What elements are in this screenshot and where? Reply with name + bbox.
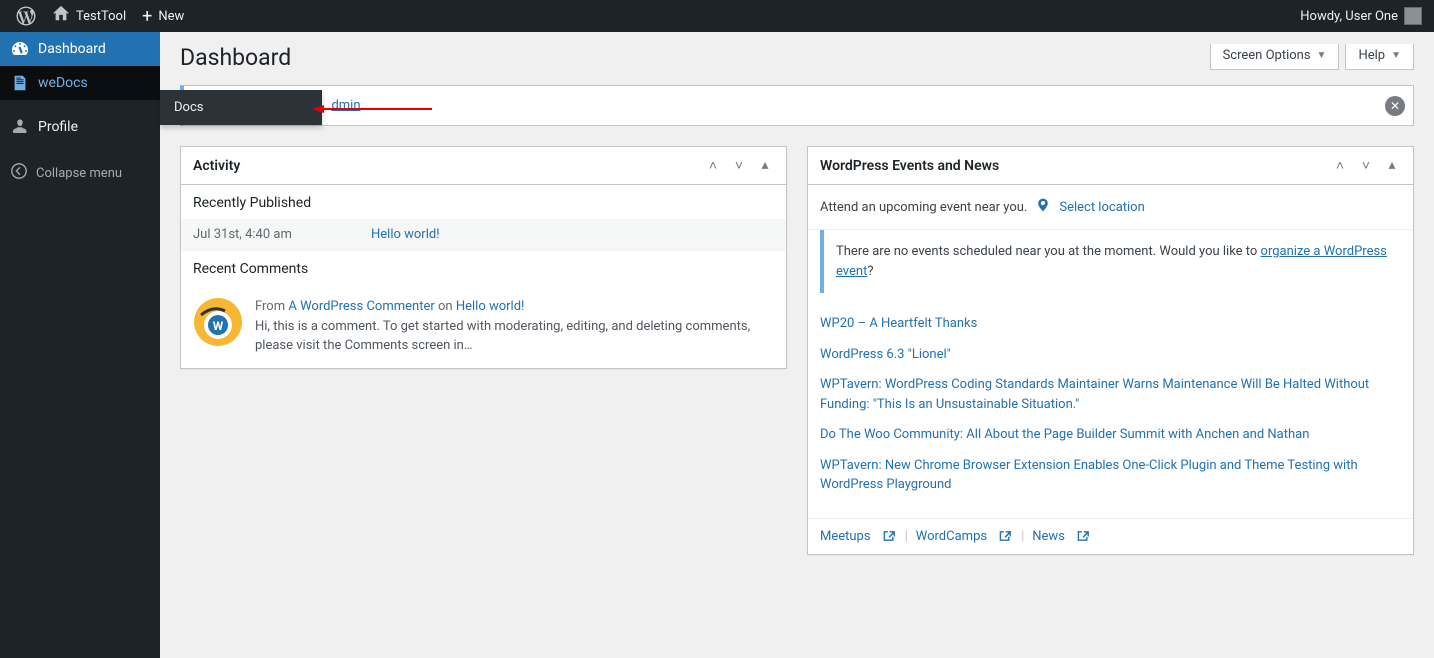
published-post-link[interactable]: Hello world!: [371, 227, 440, 242]
dashboard-icon: [10, 39, 30, 59]
sidebar-item-label: Profile: [38, 119, 78, 135]
plus-icon: +: [142, 6, 152, 27]
meetups-link[interactable]: Meetups: [820, 529, 871, 544]
wedocs-submenu: Docs: [160, 90, 322, 125]
news-footer-link[interactable]: News: [1032, 529, 1065, 544]
account-link[interactable]: Howdy, User One: [1300, 7, 1426, 25]
location-icon: [1035, 197, 1051, 217]
external-icon: [999, 529, 1013, 543]
move-up-button[interactable]: ˄: [704, 157, 722, 174]
comment-post-link[interactable]: Hello world!: [456, 299, 525, 314]
collapse-label: Collapse menu: [36, 166, 122, 181]
sidebar-item-label: weDocs: [38, 75, 88, 91]
submenu-item-docs[interactable]: Docs: [160, 90, 322, 125]
new-content-link[interactable]: + New: [134, 0, 192, 32]
chevron-down-icon: ▼: [1391, 50, 1401, 61]
new-label: New: [158, 9, 184, 24]
sidebar-item-dashboard[interactable]: Dashboard: [0, 32, 160, 66]
news-list: WP20 – A Heartfelt Thanks WordPress 6.3 …: [808, 301, 1413, 518]
toggle-widget-button[interactable]: ▴: [1383, 157, 1401, 174]
site-name: TestTool: [76, 9, 126, 24]
howdy-text: Howdy, User One: [1300, 9, 1398, 24]
widget-title: Activity: [193, 158, 704, 174]
wedocs-icon: [10, 74, 30, 92]
news-link[interactable]: WPTavern: WordPress Coding Standards Mai…: [820, 377, 1369, 412]
notice-link-fragment[interactable]: dmin: [331, 98, 360, 113]
admin-toolbar: TestTool + New Howdy, User One: [0, 0, 1434, 32]
admin-sidebar: Dashboard weDocs Profile Collapse menu: [0, 32, 160, 658]
news-link[interactable]: WPTavern: New Chrome Browser Extension E…: [820, 458, 1358, 493]
comment-excerpt: Hi, this is a comment. To get started wi…: [255, 317, 774, 356]
submenu-item-label: Docs: [174, 100, 203, 115]
home-icon: [52, 5, 70, 27]
content-area: Dashboard Screen Options ▼ Help ▼ dmin. …: [160, 32, 1434, 658]
move-down-button[interactable]: ˅: [730, 157, 748, 174]
events-news-widget: WordPress Events and News ˄ ˅ ▴ Attend a…: [807, 146, 1414, 555]
sidebar-item-wedocs[interactable]: weDocs: [0, 66, 160, 100]
dismiss-notice-button[interactable]: ✕: [1385, 96, 1405, 116]
no-events-notice: There are no events scheduled near you a…: [820, 230, 1401, 293]
published-row: Jul 31st, 4:40 am Hello world!: [181, 219, 786, 250]
toggle-widget-button[interactable]: ▴: [756, 157, 774, 174]
page-title: Dashboard: [180, 44, 291, 71]
sidebar-item-label: Dashboard: [38, 41, 106, 57]
chevron-down-icon: ▼: [1317, 50, 1327, 61]
help-button[interactable]: Help ▼: [1345, 44, 1414, 70]
avatar-icon: [1404, 7, 1422, 25]
news-link[interactable]: WP20 – A Heartfelt Thanks: [820, 316, 977, 331]
recently-published-heading: Recently Published: [181, 185, 786, 219]
attend-label: Attend an upcoming event near you.: [820, 200, 1027, 215]
external-icon: [883, 529, 897, 543]
news-link[interactable]: WordPress 6.3 "Lionel": [820, 347, 951, 362]
published-date: Jul 31st, 4:40 am: [193, 227, 371, 242]
move-up-button[interactable]: ˄: [1331, 157, 1349, 174]
recent-comments-heading: Recent Comments: [181, 251, 786, 285]
screen-options-button[interactable]: Screen Options ▼: [1210, 44, 1340, 70]
news-link[interactable]: Do The Woo Community: All About the Page…: [820, 427, 1309, 442]
wordcamps-link[interactable]: WordCamps: [916, 529, 987, 544]
collapse-menu-button[interactable]: Collapse menu: [0, 154, 160, 192]
community-footer-links: Meetups | WordCamps | News: [808, 518, 1413, 554]
move-down-button[interactable]: ˅: [1357, 157, 1375, 174]
comment-author-link[interactable]: A WordPress Commenter: [288, 299, 434, 314]
activity-widget: Activity ˄ ˅ ▴ Recently Published Jul 31…: [180, 146, 787, 369]
wp-logo-icon[interactable]: [8, 0, 44, 32]
gravatar-icon: W: [193, 297, 243, 356]
profile-icon: [10, 117, 30, 137]
sidebar-item-profile[interactable]: Profile: [0, 110, 160, 144]
collapse-icon: [10, 162, 28, 184]
site-link[interactable]: TestTool: [44, 0, 134, 32]
admin-notice: dmin. ✕: [180, 85, 1414, 126]
svg-text:W: W: [213, 319, 224, 333]
comment-row: W From A WordPress Commenter on Hello wo…: [181, 285, 786, 368]
select-location-link[interactable]: Select location: [1059, 200, 1144, 215]
external-icon: [1077, 529, 1091, 543]
widget-title: WordPress Events and News: [820, 158, 1331, 174]
